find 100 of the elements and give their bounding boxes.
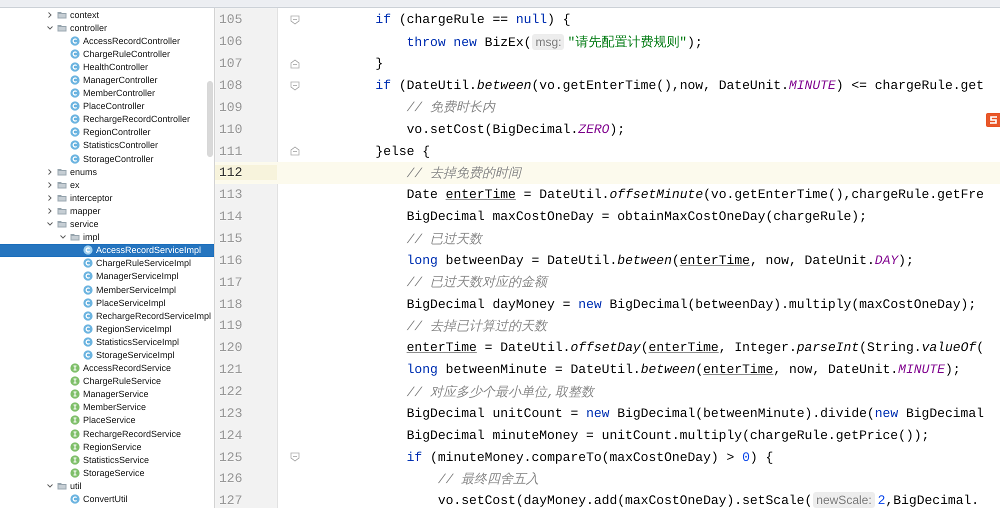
tree-item-label: service	[70, 219, 99, 230]
tree-row[interactable]: PlaceService	[0, 414, 214, 427]
line-number: 125	[218, 450, 244, 465]
tree-row[interactable]: AccessRecordService	[0, 362, 214, 375]
tree-item-label: StatisticsController	[83, 140, 158, 150]
tree-row[interactable]: context	[0, 8, 214, 22]
input-method-icon[interactable]	[986, 111, 1000, 129]
tree-row[interactable]: StorageController	[0, 152, 214, 166]
folder-icon	[57, 480, 67, 491]
tree-item-label: RegionService	[83, 442, 142, 452]
tree-item-label: RegionController	[83, 127, 151, 138]
fold-marker-icon[interactable]	[290, 58, 300, 69]
tree-item-label: RechargeRecordController	[83, 114, 190, 124]
tree-item-label: MemberController	[83, 88, 156, 98]
tree-row[interactable]: impl	[0, 230, 214, 244]
tree-row[interactable]: ChargeRuleService	[0, 374, 214, 388]
tree-row[interactable]: ex	[0, 178, 214, 192]
tree-row[interactable]: StatisticsServiceImpl	[0, 335, 214, 348]
tree-item-label: PlaceService	[83, 415, 136, 426]
line-number: 106	[218, 34, 244, 50]
code-line: // 已过天数对应的金额	[406, 274, 548, 292]
line-number: 126	[218, 471, 244, 486]
line-number: 109	[218, 100, 244, 115]
tree-item-label: AccessRecordServiceImpl	[96, 245, 202, 256]
tree-row[interactable]: service	[0, 218, 214, 231]
code-line: long betweenDay = DateUtil.between(enterTime, now, DateUnit.DAY);	[406, 252, 914, 268]
fold-marker-icon[interactable]	[290, 80, 300, 90]
tree-row[interactable]: PlaceServiceImpl	[0, 296, 214, 310]
tree-row[interactable]: ManagerController	[0, 73, 214, 87]
code-line: BigDecimal unitCount = new BigDecimal(betweenMinute).divide(new BigDecimal	[406, 406, 984, 421]
tree-row[interactable]: RegionService	[0, 440, 214, 454]
tree-row[interactable]: StatisticsService	[0, 453, 214, 466]
tree-item-label: MemberServiceImpl	[96, 284, 176, 295]
code-line: long betweenMinute = DateUtil.between(enterTime, now, DateUnit.MINUTE);	[406, 362, 961, 378]
tree-row[interactable]: enums	[0, 165, 214, 178]
fold-marker-icon[interactable]	[290, 146, 300, 156]
tree-row[interactable]: MemberServiceImpl	[0, 282, 214, 296]
tree-row[interactable]: MemberService	[0, 400, 214, 414]
tree-item-label: context	[70, 10, 100, 20]
tree-row[interactable]: ManagerService	[0, 388, 214, 401]
chevron-down-icon[interactable]	[46, 482, 54, 490]
tree-row[interactable]: PlaceController	[0, 100, 214, 113]
fold-marker-icon[interactable]	[290, 452, 300, 462]
fold-marker-icon[interactable]	[290, 14, 300, 25]
tree-row[interactable]: ChargeRuleServiceImpl	[0, 256, 214, 270]
line-number: 127	[218, 493, 244, 508]
tree-row[interactable]: AccessRecordController	[0, 34, 214, 48]
tree-row[interactable]: RechargeRecordService	[0, 427, 214, 440]
tree-row[interactable]: ConvertUtil	[0, 492, 214, 506]
tree-row[interactable]: controller	[0, 21, 214, 34]
tree-item-label: AccessRecordService	[83, 363, 172, 374]
line-number: 115	[218, 231, 244, 246]
tree-item-label: mapper	[70, 206, 101, 216]
line-number: 119	[218, 318, 244, 334]
tree-row[interactable]: ManagerServiceImpl	[0, 270, 214, 283]
tree-item-label: AccessRecordController	[83, 36, 180, 46]
interface-icon	[70, 442, 80, 452]
folder-icon	[57, 166, 67, 177]
tree-row[interactable]: AccessRecordServiceImpl	[0, 244, 214, 257]
tree-row[interactable]: HealthController	[0, 60, 214, 74]
tree-row[interactable]: ChargeRuleController	[0, 47, 214, 60]
tree-row[interactable]: interceptor	[0, 191, 214, 204]
line-number: 118	[218, 296, 244, 312]
tree-row[interactable]: util	[0, 479, 214, 492]
tree-item-label: ChargeRuleServiceImpl	[96, 258, 192, 268]
tree-row[interactable]: StorageServiceImpl	[0, 348, 214, 362]
class-icon	[70, 88, 80, 98]
line-number: 116	[218, 252, 244, 268]
tree-row[interactable]: StorageService	[0, 466, 214, 480]
line-number: 114	[218, 209, 244, 224]
tree-row[interactable]: RechargeRecordController	[0, 112, 214, 126]
class-icon	[83, 284, 93, 295]
tree-row[interactable]: RechargeRecordServiceImpl	[0, 309, 214, 322]
code-line: vo.setCost(dayMoney.add(maxCostOneDay).setScale( newScale: 2,BigDecimal.	[436, 493, 980, 508]
tree-item-label: StorageController	[83, 154, 154, 164]
tree-row[interactable]: mapper	[0, 204, 214, 218]
tree-item-label: HealthController	[83, 62, 148, 72]
code-line: if (minuteMoney.compareTo(maxCostOneDay) > 0) {	[406, 450, 774, 465]
tree-item-label: StatisticsService	[83, 454, 150, 465]
class-icon	[70, 75, 80, 86]
code-line: // 已过天数	[406, 230, 482, 248]
tree-row[interactable]: MemberController	[0, 86, 214, 100]
tree-row[interactable]: StatisticsController	[0, 138, 214, 152]
tree-row[interactable]: RegionServiceImpl	[0, 322, 214, 336]
line-number: 113	[218, 187, 244, 202]
scrollbar-thumb[interactable]	[207, 81, 213, 157]
line-number: 121	[218, 362, 244, 378]
line-number: 124	[218, 428, 244, 443]
chevron-right-icon[interactable]	[46, 10, 54, 19]
code-line: // 最终四舍五入	[436, 470, 540, 488]
interface-icon	[70, 454, 80, 465]
tree-row[interactable]: RegionController	[0, 126, 214, 139]
code-line: // 免费时长内	[406, 99, 496, 116]
interface-icon	[70, 415, 80, 426]
line-number: 107	[218, 56, 244, 72]
class-icon	[83, 245, 93, 256]
interface-icon	[70, 428, 80, 439]
chevron-down-icon[interactable]	[46, 24, 54, 32]
class-icon	[70, 36, 80, 46]
tree-item-label: ChargeRuleService	[83, 376, 162, 386]
